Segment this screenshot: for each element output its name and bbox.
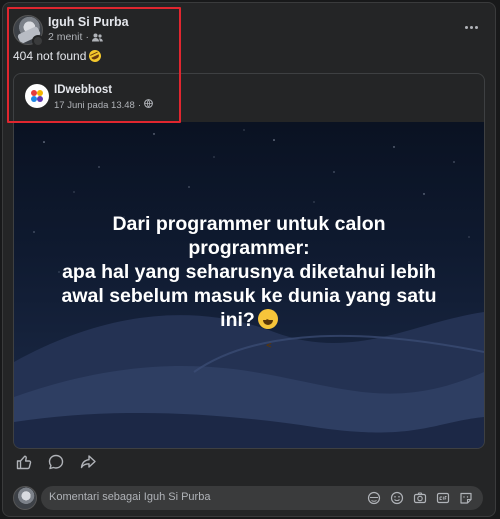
caption-line: Dari programmer untuk calon [112,213,386,235]
caption-line: awal sebelum masuk ke dunia yang satu [61,285,437,307]
image-caption: Dari programmer untuk calon programmer: … [14,212,484,358]
post-time[interactable]: 2 menit [48,31,82,43]
page-name[interactable]: IDwebhost [54,84,112,96]
post-meta: 2 menit · [48,31,103,43]
meta-separator: · [85,31,89,43]
caption-line-last: ini? [14,308,484,358]
like-icon [16,454,32,475]
globe-icon [144,99,153,111]
post-message: 404 not found [13,49,87,63]
dot-icon [469,25,473,29]
shared-post-card[interactable]: IDwebhost 17 Juni pada 13.48 · Dari prog… [13,73,485,449]
caption-line: apa hal yang seharusnya diketahui lebih [62,261,436,283]
post-text: 404 not found [13,48,104,64]
post-card: Iguh Si Purba 2 menit · 404 not found ID… [2,2,496,517]
commenter-avatar[interactable] [13,486,37,510]
gif-icon[interactable] [435,490,450,505]
dot-icon [474,25,478,29]
shared-image[interactable]: Dari programmer untuk calon programmer: … [14,122,484,448]
author-name[interactable]: Iguh Si Purba [48,15,129,29]
comment-input[interactable]: Komentari sebagai Iguh Si Purba [41,486,483,510]
camera-icon[interactable] [412,490,427,505]
avatar-badge [32,35,44,47]
caption-line-text: ini? [220,309,255,331]
post-actions [13,453,99,475]
meta-separator: · [137,99,141,111]
rofl-emoji-icon [87,48,104,64]
comment-icon [48,454,64,475]
friends-icon[interactable] [91,33,103,42]
share-button[interactable] [77,453,99,475]
laughing-emoji-icon [257,309,278,358]
shared-date[interactable]: 17 Juni pada 13.48 [54,100,135,111]
share-icon [80,454,96,475]
emoji-icon[interactable] [389,490,404,505]
more-options-button[interactable] [458,17,484,37]
dot-icon [464,25,468,29]
sticker-icon[interactable] [458,490,473,505]
like-button[interactable] [13,453,35,475]
caption-line: programmer: [188,237,310,259]
comment-placeholder[interactable]: Komentari sebagai Iguh Si Purba [49,491,210,503]
page-meta: 17 Juni pada 13.48 · [54,99,153,111]
comment-button[interactable] [45,453,67,475]
avatar-sticker-icon[interactable] [366,490,381,505]
page-logo[interactable] [25,84,49,108]
comment-composer-icons [366,490,473,505]
